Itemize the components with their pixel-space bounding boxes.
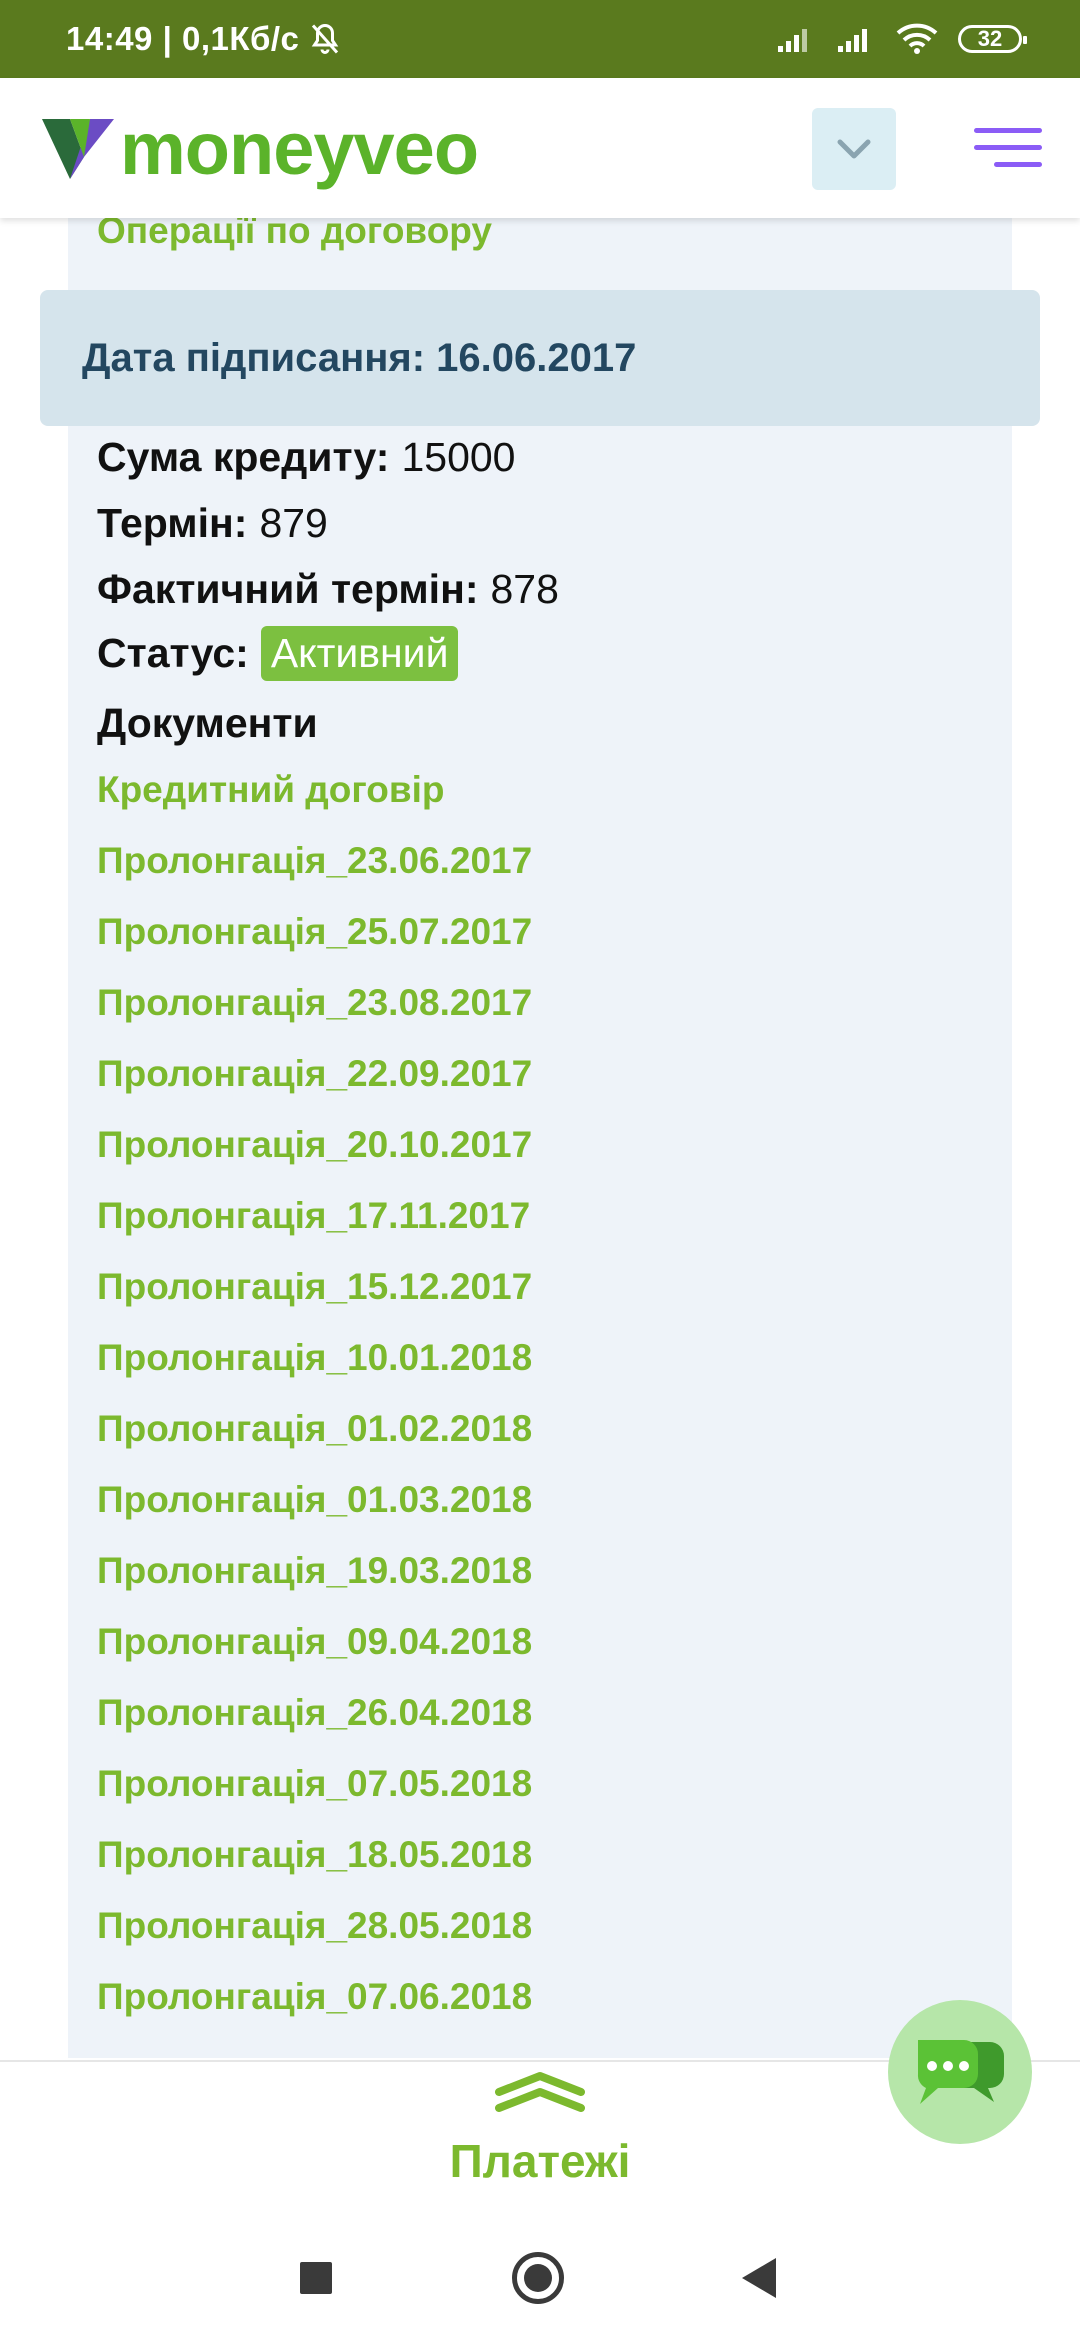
wifi-icon <box>896 23 938 54</box>
document-link[interactable]: Пролонгація_19.03.2018 <box>97 1546 532 1617</box>
actual-term-value: 878 <box>490 566 559 612</box>
term-value: 879 <box>259 500 328 546</box>
document-link[interactable]: Пролонгація_07.06.2018 <box>97 1972 532 2043</box>
document-link[interactable]: Кредитний договір <box>97 765 532 836</box>
hamburger-menu-icon[interactable] <box>974 128 1042 172</box>
battery-icon: 32 <box>958 25 1027 53</box>
status-network-speed: 0,1Кб/с <box>181 20 300 57</box>
document-link[interactable]: Пролонгація_15.12.2017 <box>97 1262 532 1333</box>
loan-amount-row: Сума кредиту: 15000 <box>97 434 515 481</box>
battery-level: 32 <box>977 26 1003 51</box>
document-link[interactable]: Пролонгація_25.07.2017 <box>97 907 532 978</box>
status-time: 14:49 <box>66 20 153 57</box>
documents-list: Кредитний договір Пролонгація_23.06.2017… <box>97 765 532 2043</box>
recents-icon[interactable] <box>300 2262 332 2294</box>
status-row: Статус: Активний <box>97 626 459 681</box>
loan-amount-value: 15000 <box>401 434 516 480</box>
app-header: moneyveo <box>0 78 1080 218</box>
signal-icon <box>778 29 807 52</box>
signing-date-header[interactable]: Дата підписання: 16.06.2017 <box>40 290 1040 426</box>
document-link[interactable]: Пролонгація_20.10.2017 <box>97 1120 532 1191</box>
signing-date: Дата підписання: 16.06.2017 <box>82 335 637 380</box>
status-bar: 14:49 | 0,1Кб/с 32 <box>0 0 1080 78</box>
chat-button[interactable] <box>888 2000 1032 2144</box>
status-bar-left: 14:49 | 0,1Кб/с <box>66 0 343 78</box>
status-bar-right: 32 <box>776 0 1027 78</box>
muted-bell-icon <box>312 23 339 54</box>
document-link[interactable]: Пролонгація_22.09.2017 <box>97 1049 532 1120</box>
logo-mark-icon <box>42 119 114 179</box>
moneyveo-logo[interactable]: moneyveo <box>40 104 479 194</box>
status-label: Статус: <box>97 630 249 676</box>
actual-term-row: Фактичний термін: 878 <box>97 566 559 613</box>
document-link[interactable]: Пролонгація_26.04.2018 <box>97 1688 532 1759</box>
document-link[interactable]: Пролонгація_09.04.2018 <box>97 1617 532 1688</box>
loan-amount-label: Сума кредиту: <box>97 434 390 480</box>
dropdown-button[interactable] <box>812 108 896 190</box>
logo-text: moneyveo <box>120 107 479 190</box>
document-link[interactable]: Пролонгація_01.03.2018 <box>97 1475 532 1546</box>
document-link[interactable]: Пролонгація_17.11.2017 <box>97 1191 532 1262</box>
signal-icon-2 <box>838 29 867 52</box>
double-chevron-up-icon <box>495 2072 585 2112</box>
document-link[interactable]: Пролонгація_23.08.2017 <box>97 978 532 1049</box>
actual-term-label: Фактичний термін: <box>97 566 479 612</box>
document-link[interactable]: Пролонгація_18.05.2018 <box>97 1830 532 1901</box>
system-nav-bar <box>0 2212 1080 2340</box>
status-badge: Активний <box>260 626 459 681</box>
payments-label: Платежі <box>449 2135 631 2187</box>
document-link[interactable]: Пролонгація_23.06.2017 <box>97 836 532 907</box>
back-icon[interactable] <box>742 2258 776 2298</box>
document-link[interactable]: Пролонгація_07.05.2018 <box>97 1759 532 1830</box>
chevron-down-icon <box>837 139 871 159</box>
document-link[interactable]: Пролонгація_10.01.2018 <box>97 1333 532 1404</box>
term-row: Термін: 879 <box>97 500 328 547</box>
chat-bubbles-icon <box>917 2040 1004 2104</box>
document-link[interactable]: Пролонгація_01.02.2018 <box>97 1404 532 1475</box>
document-link[interactable]: Пролонгація_28.05.2018 <box>97 1901 532 1972</box>
documents-title: Документи <box>97 700 318 746</box>
home-icon[interactable] <box>512 2252 564 2304</box>
term-label: Термін: <box>97 500 248 546</box>
